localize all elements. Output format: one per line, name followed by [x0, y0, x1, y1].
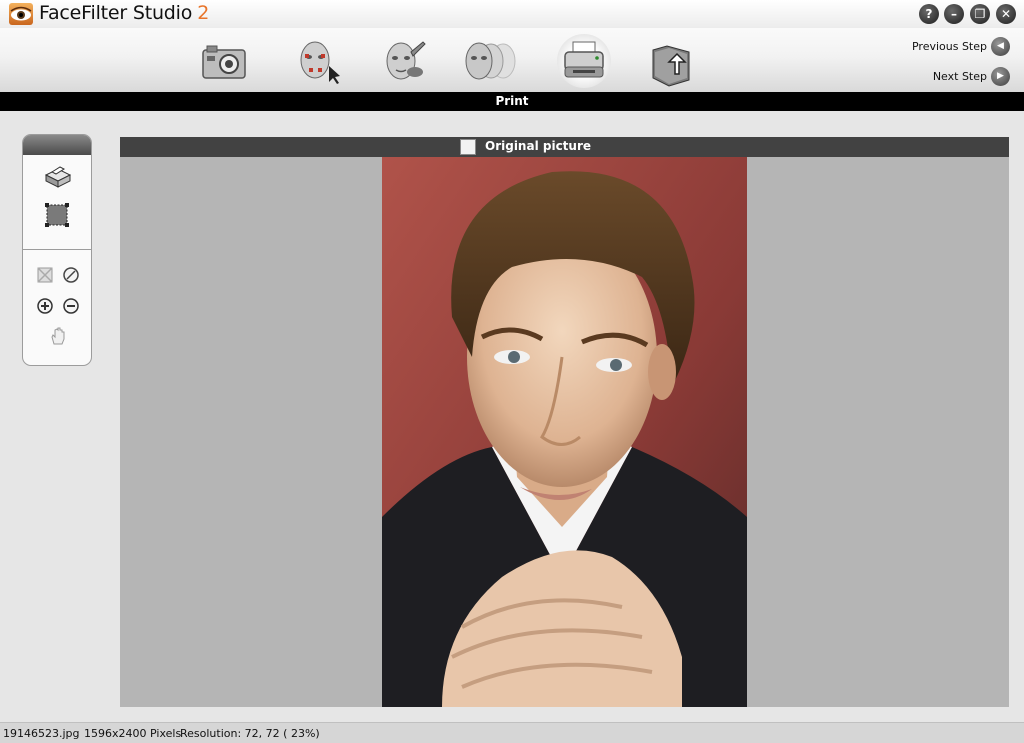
- title-bar: FaceFilter Studio 2 ? – ❐ ✕: [0, 0, 1024, 28]
- restore-button[interactable]: ❐: [970, 4, 990, 24]
- status-resolution: Resolution: 72, 72 ( 23%): [180, 727, 320, 740]
- no-zoom-icon[interactable]: [62, 266, 80, 288]
- previous-step-button[interactable]: Previous Step ◀: [912, 36, 1010, 56]
- hand-pan-icon[interactable]: [49, 326, 67, 350]
- fit-view-icon[interactable]: [36, 266, 54, 288]
- original-picture-label: Original picture: [485, 139, 592, 153]
- status-filename: 19146523.jpg: [3, 727, 80, 740]
- camera-icon[interactable]: [197, 34, 251, 88]
- chevron-left-icon: ◀: [991, 36, 1010, 56]
- portrait-photo: [382, 157, 747, 707]
- palette-header: [23, 135, 91, 155]
- preview-header: Original picture: [120, 137, 1009, 157]
- status-bar: 19146523.jpg 1596x2400 Pixels Resolution…: [0, 722, 1024, 743]
- printer-icon[interactable]: [557, 34, 611, 88]
- next-step-label: Next Step: [932, 69, 987, 83]
- palette-divider: [23, 249, 91, 250]
- tool-palette: [22, 134, 92, 366]
- previous-step-label: Previous Step: [911, 39, 987, 53]
- preview-canvas[interactable]: [120, 157, 1009, 707]
- face-select-icon[interactable]: [291, 34, 345, 88]
- folder-return-icon[interactable]: [645, 34, 699, 88]
- face-morph-icon[interactable]: [457, 34, 516, 88]
- step-toolbar: Previous Step ◀ Next Step ▶: [0, 28, 1024, 92]
- minimize-button[interactable]: –: [944, 4, 964, 24]
- zoom-in-icon[interactable]: [36, 297, 54, 319]
- section-title: Print: [0, 92, 1024, 111]
- chevron-right-icon: ▶: [991, 66, 1010, 86]
- face-edit-icon[interactable]: [377, 34, 431, 88]
- app-version: 2: [197, 2, 210, 24]
- status-dimensions: 1596x2400 Pixels: [84, 727, 182, 740]
- app-logo-eye-icon: [9, 3, 33, 25]
- help-button[interactable]: ?: [919, 4, 939, 24]
- close-button[interactable]: ✕: [996, 4, 1016, 24]
- original-picture-checkbox[interactable]: [460, 139, 476, 155]
- printer-small-icon[interactable]: [42, 163, 72, 193]
- crop-area-icon[interactable]: [43, 201, 71, 233]
- app-title: FaceFilter Studio 2: [39, 2, 210, 24]
- next-step-button[interactable]: Next Step ▶: [933, 66, 1010, 86]
- zoom-out-icon[interactable]: [62, 297, 80, 319]
